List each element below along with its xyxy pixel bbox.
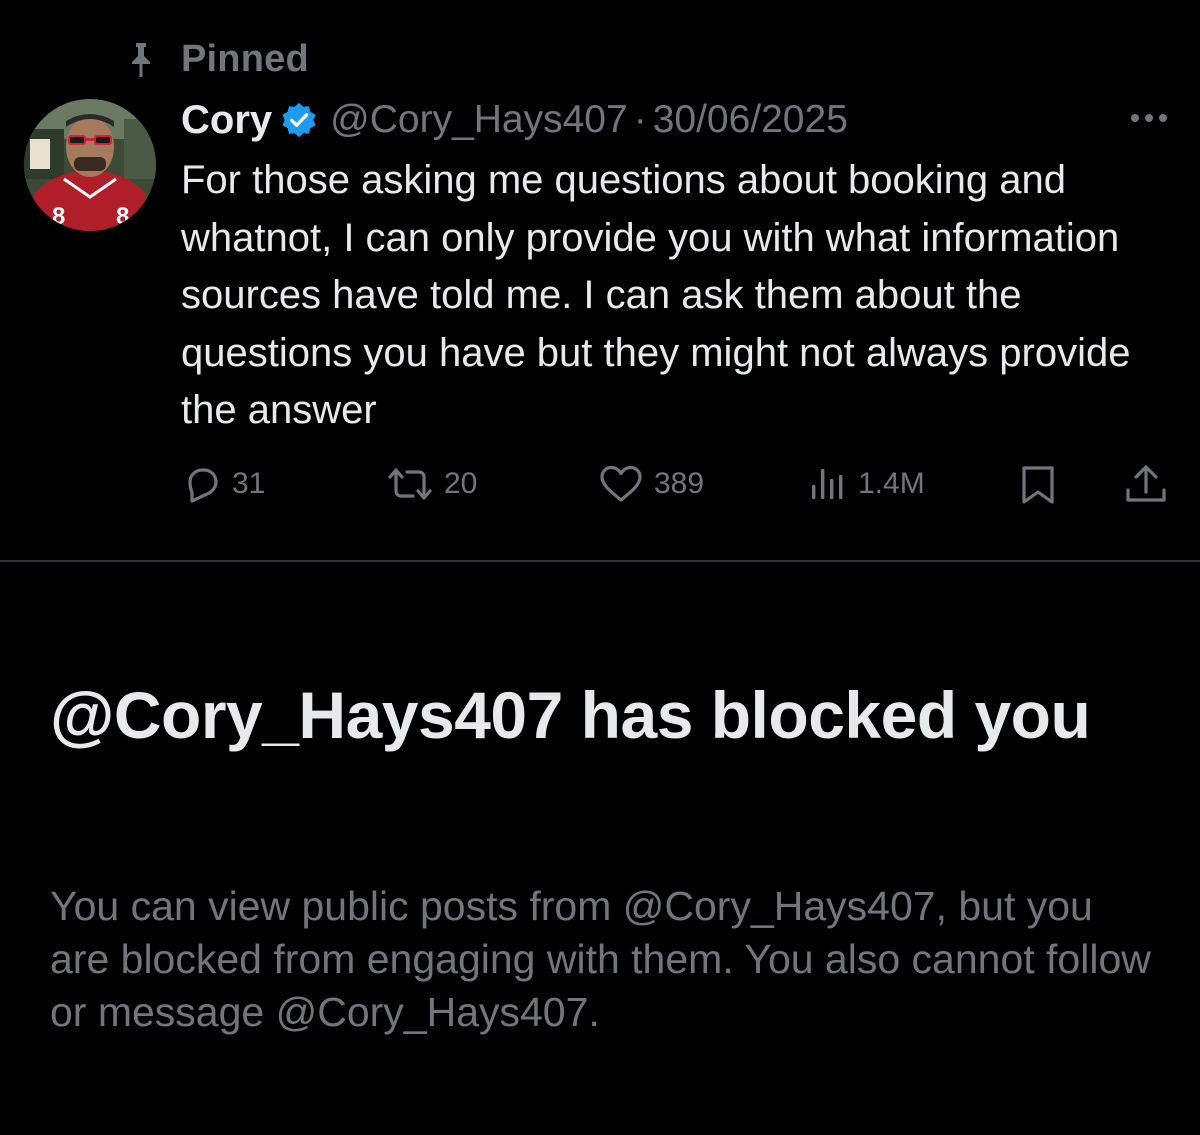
- verified-badge-icon: [282, 102, 316, 138]
- views-count: 1.4M: [858, 467, 925, 500]
- svg-text:8: 8: [116, 203, 129, 230]
- bookmark-icon: [1022, 466, 1054, 504]
- profile-photo: 8 8: [24, 99, 156, 231]
- pin-icon: [132, 43, 150, 77]
- display-name[interactable]: Cory: [181, 98, 272, 143]
- blocked-description: You can view public posts from @Cory_Hay…: [50, 883, 1151, 1035]
- views-button[interactable]: 1.4M: [808, 462, 925, 506]
- tweet-header: Cory @Cory_Hays407 · 30/06/2025: [181, 96, 848, 144]
- reply-count: 31: [232, 467, 266, 500]
- like-button[interactable]: 389: [598, 462, 704, 506]
- pinned-tweet-card[interactable]: Pinned 8 8 Cory @Cory_Hays407 · 30/06/20…: [0, 0, 1200, 560]
- share-button[interactable]: [1124, 462, 1168, 506]
- blocked-title: @Cory_Hays407 has blocked you: [50, 678, 1091, 752]
- like-count: 389: [654, 467, 705, 500]
- pinned-label: Pinned: [181, 38, 309, 80]
- author-handle[interactable]: @Cory_Hays407: [330, 98, 628, 142]
- tweet-date[interactable]: 30/06/2025: [653, 98, 848, 142]
- svg-text:8: 8: [52, 203, 65, 230]
- tweet-text: For those asking me questions about book…: [181, 158, 1131, 432]
- retweet-count: 20: [444, 467, 478, 500]
- reply-button[interactable]: 31: [182, 462, 265, 506]
- header-separator: ·: [633, 98, 647, 141]
- more-options-icon[interactable]: [1128, 108, 1170, 128]
- avatar[interactable]: 8 8: [24, 99, 156, 231]
- bookmark-button[interactable]: [1018, 462, 1058, 506]
- share-icon: [1126, 465, 1166, 502]
- heart-icon: [600, 465, 642, 502]
- reply-icon: [188, 468, 218, 503]
- retweet-button[interactable]: 20: [386, 462, 477, 506]
- retweet-icon: [388, 468, 432, 500]
- blocked-notice-panel: [0, 562, 1200, 1135]
- views-icon: [812, 469, 843, 499]
